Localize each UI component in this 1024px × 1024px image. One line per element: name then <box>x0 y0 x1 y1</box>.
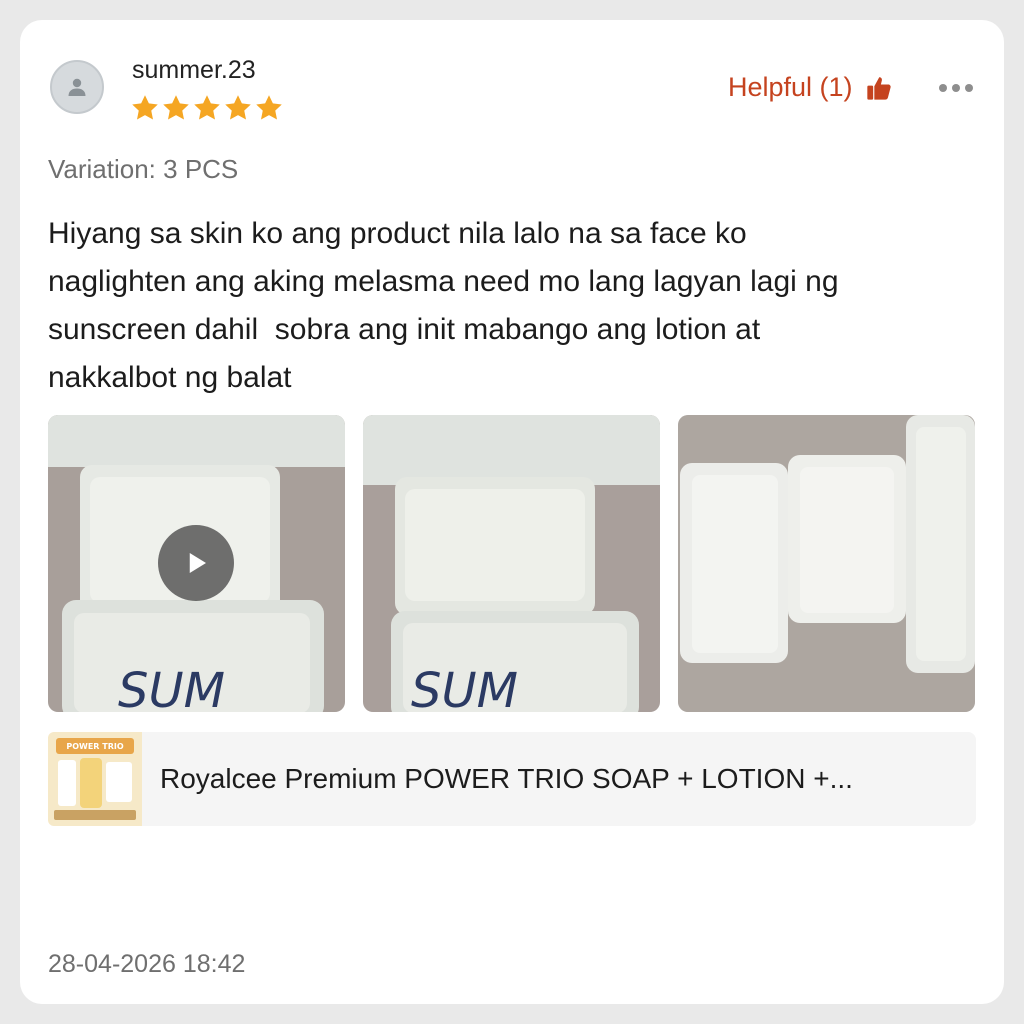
star-icon <box>163 95 189 120</box>
product-thumb-banner: POWER TRIO <box>66 742 123 751</box>
media-gallery: SUM SUM <box>48 415 975 712</box>
more-options-button[interactable] <box>932 70 980 106</box>
helpful-button[interactable]: Helpful (1) <box>728 72 893 103</box>
star-rating <box>130 93 284 123</box>
star-icon <box>132 95 158 120</box>
reviewer-username: summer.23 <box>132 56 256 84</box>
review-image-thumbnail[interactable] <box>678 415 975 712</box>
star-icon <box>225 95 251 120</box>
review-timestamp: 28-04-2026 18:42 <box>48 950 246 978</box>
product-thumbnail: POWER TRIO <box>48 732 142 826</box>
review-image-thumbnail[interactable]: SUM <box>363 415 660 712</box>
thumbs-up-icon <box>866 76 891 100</box>
review-card: summer.23 Helpful (1) Variation: 3 PCS H… <box>20 20 1004 1004</box>
variation-label: Variation: 3 PCS <box>48 154 239 184</box>
product-link[interactable]: POWER TRIO Royalcee Premium POWER TRIO S… <box>48 732 976 826</box>
star-icon <box>256 95 282 120</box>
more-dots-icon <box>939 84 947 92</box>
person-icon <box>68 78 86 96</box>
handwriting-text: SUM <box>118 663 225 712</box>
play-icon <box>189 553 206 573</box>
photo-frame: SUM <box>363 415 660 712</box>
helpful-label: Helpful (1) <box>728 72 853 102</box>
star-icon <box>194 95 220 120</box>
avatar[interactable] <box>50 60 104 114</box>
review-text: Hiyang sa skin ko ang product nila lalo … <box>48 217 839 394</box>
photo-frame <box>678 415 975 712</box>
play-button[interactable] <box>158 525 234 601</box>
review-video-thumbnail[interactable]: SUM <box>48 415 345 712</box>
handwriting-text: SUM <box>411 663 518 712</box>
product-title: Royalcee Premium POWER TRIO SOAP + LOTIO… <box>160 763 853 794</box>
